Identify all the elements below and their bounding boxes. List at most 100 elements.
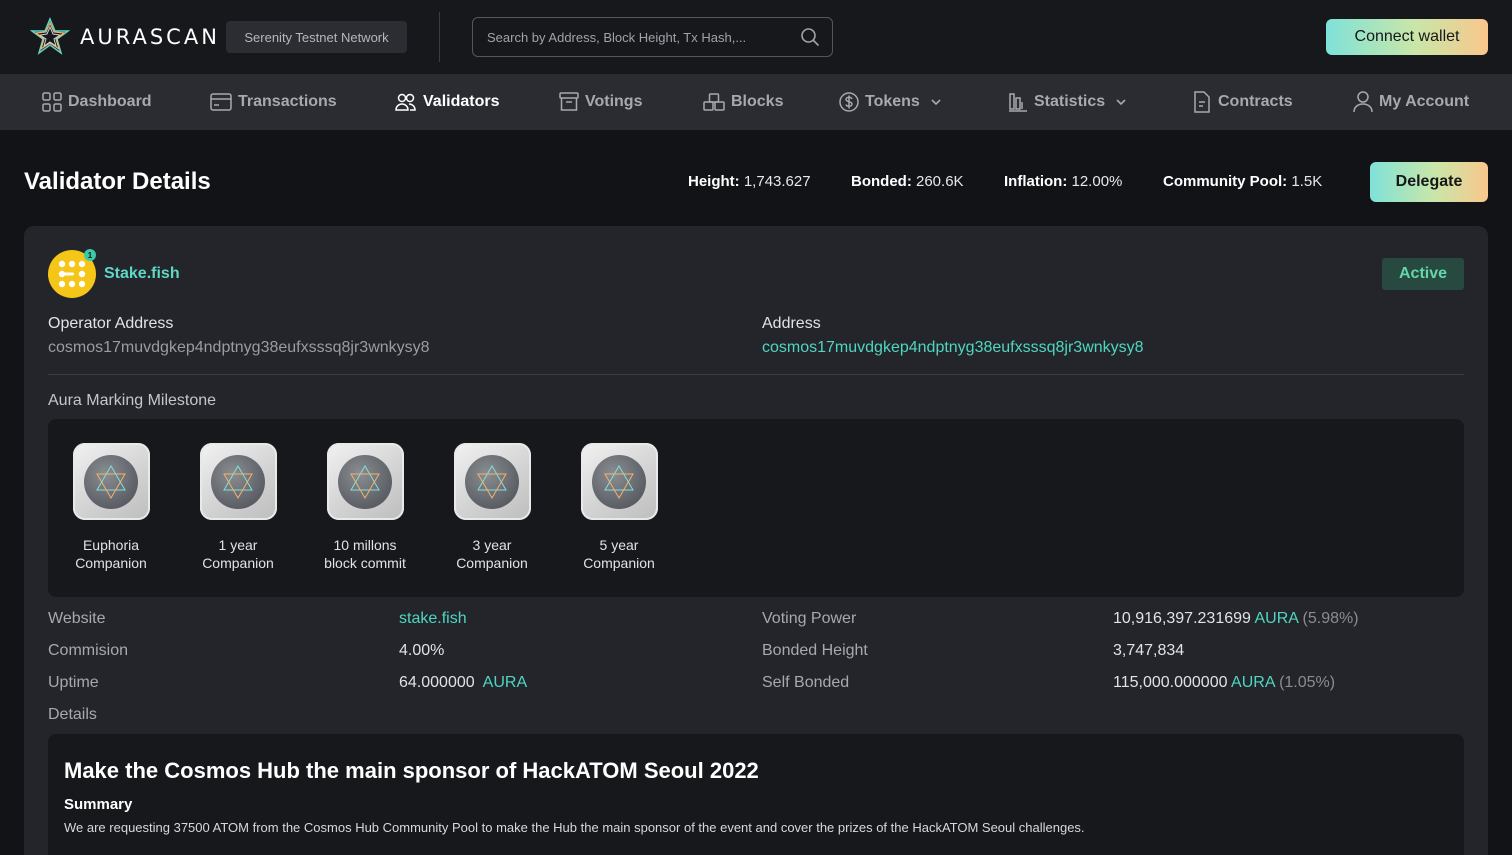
- nav-label: Votings: [585, 93, 643, 110]
- voting-power-unit: AURA: [1254, 610, 1299, 627]
- milestone-badge[interactable]: 3 year Companion: [437, 443, 547, 572]
- search-icon[interactable]: [800, 27, 820, 47]
- milestone-line2: Companion: [456, 555, 528, 571]
- bonded-label: Bonded:: [851, 173, 912, 190]
- top-header: AURASCAN Serenity Testnet Network Connec…: [0, 0, 1512, 74]
- details-title: Make the Cosmos Hub the main sponsor of …: [64, 758, 759, 783]
- summary-text: We are requesting 37500 ATOM from the Co…: [64, 820, 1085, 835]
- uptime-unit: AURA: [482, 674, 528, 691]
- community-pool-label: Community Pool:: [1163, 173, 1288, 190]
- website-link[interactable]: stake.fish: [399, 610, 467, 628]
- height-stat: Height: 1,743.627: [688, 173, 811, 190]
- milestone-line1: Euphoria: [82, 537, 140, 553]
- milestone-badge-image: [72, 443, 150, 520]
- inflation-value: 12.00%: [1071, 173, 1123, 190]
- milestone-badge[interactable]: 1 year Companion: [183, 443, 293, 572]
- self-bonded-value: 115,000.000000 AURA (1.05%): [1113, 674, 1335, 692]
- milestone-line2: block commit: [324, 555, 406, 571]
- address-link[interactable]: cosmos17muvdgkep4ndptnyg38eufxsssq8jr3wn…: [762, 339, 1144, 357]
- bonded-value: 260.6K: [916, 173, 964, 190]
- nav-item-contracts[interactable]: Contracts: [1192, 74, 1293, 130]
- commission-value: 4.00%: [399, 642, 445, 659]
- page-title: Validator Details: [24, 168, 211, 195]
- milestone-label: Aura Marking Milestone: [48, 392, 217, 409]
- nav-item-my-account[interactable]: My Account: [1353, 74, 1469, 130]
- operator-address-label: Operator Address: [48, 315, 174, 332]
- details-label: Details: [48, 706, 97, 723]
- nav-item-transactions[interactable]: Transactions: [210, 74, 337, 130]
- details-panel: [48, 734, 1464, 855]
- bonded-height-label: Bonded Height: [762, 642, 868, 659]
- nav-item-votings[interactable]: Votings: [559, 74, 642, 130]
- nav-item-tokens[interactable]: Tokens: [839, 74, 946, 130]
- chevron-down-icon: [1116, 99, 1126, 106]
- milestone-badge-image: [580, 443, 658, 520]
- milestone-line1: 1 year: [218, 537, 258, 553]
- nav-item-validators[interactable]: Validators: [395, 74, 499, 130]
- connect-wallet-button[interactable]: Connect wallet: [1326, 19, 1488, 55]
- bonded-stat: Bonded: 260.6K: [851, 173, 964, 190]
- bar-chart-icon: [1009, 93, 1027, 112]
- milestone-line1: 5 year: [599, 537, 639, 553]
- nav-item-dashboard[interactable]: Dashboard: [42, 74, 152, 130]
- section-divider: [48, 374, 1464, 375]
- nav-label: Tokens: [865, 93, 920, 110]
- milestone-badge-image: [326, 443, 404, 520]
- milestone-badge[interactable]: Euphoria Companion: [56, 443, 166, 572]
- milestone-line1: 10 millons: [333, 537, 397, 553]
- uptime-label: Uptime: [48, 674, 99, 691]
- inflation-label: Inflation:: [1004, 173, 1068, 190]
- aura-star-icon: [96, 464, 126, 499]
- brand-logo[interactable]: AURASCAN: [30, 17, 220, 57]
- nav-label: Statistics: [1034, 93, 1106, 110]
- validator-name[interactable]: Stake.fish: [104, 265, 180, 283]
- aura-star-icon: [350, 464, 380, 499]
- address-label: Address: [762, 315, 821, 332]
- uptime-amount: 64.000000: [399, 674, 475, 691]
- voting-power-value: 10,916,397.231699 AURA (5.98%): [1113, 610, 1359, 628]
- network-selector[interactable]: Serenity Testnet Network: [226, 21, 407, 53]
- nav-label: Validators: [423, 93, 500, 110]
- main-nav: Dashboard Transactions Validators Voting…: [0, 74, 1512, 130]
- chevron-down-icon: [931, 99, 941, 106]
- aura-star-icon: [30, 17, 70, 55]
- voting-power-amount: 10,916,397.231699: [1113, 610, 1251, 627]
- height-value: 1,743.627: [743, 173, 811, 190]
- nav-label: Dashboard: [68, 93, 152, 110]
- milestone-badge[interactable]: 10 millons block commit: [310, 443, 420, 572]
- milestone-line2: Companion: [75, 555, 147, 571]
- voting-power-label: Voting Power: [762, 610, 857, 627]
- blocks-icon: [703, 93, 725, 111]
- inflation-stat: Inflation: 12.00%: [1004, 173, 1122, 190]
- delegate-button[interactable]: Delegate: [1370, 162, 1488, 202]
- milestone-line2: Companion: [202, 555, 274, 571]
- coin-icon: [839, 92, 859, 112]
- nav-label: Blocks: [731, 93, 784, 110]
- search-input[interactable]: [487, 29, 800, 45]
- community-pool-value: 1.5K: [1291, 173, 1323, 190]
- aura-star-icon: [223, 464, 253, 499]
- self-bonded-label: Self Bonded: [762, 674, 850, 691]
- aura-star-icon: [604, 464, 634, 499]
- voting-power-percent: (5.98%): [1302, 610, 1359, 627]
- nav-item-blocks[interactable]: Blocks: [703, 74, 783, 130]
- milestone-badge-image: [453, 443, 531, 520]
- archive-icon: [559, 92, 579, 111]
- card-icon: [210, 93, 232, 111]
- commission-label: Commision: [48, 642, 129, 659]
- brand-name: AURASCAN: [80, 25, 220, 49]
- nav-item-statistics[interactable]: Statistics: [1008, 74, 1131, 130]
- milestone-line1: 3 year: [472, 537, 512, 553]
- milestone-badge[interactable]: 5 year Companion: [564, 443, 674, 572]
- self-bonded-amount: 115,000.000000: [1113, 674, 1228, 691]
- nav-label: Contracts: [1218, 93, 1293, 110]
- milestone-badge-image: [199, 443, 277, 520]
- self-bonded-percent: (1.05%): [1279, 674, 1336, 691]
- user-icon: [1353, 91, 1373, 113]
- document-icon: [1194, 91, 1210, 113]
- operator-address-value: cosmos17muvdgkep4ndptnyg38eufxsssq8jr3wn…: [48, 339, 430, 356]
- summary-heading: Summary: [64, 796, 133, 813]
- search-box[interactable]: [472, 17, 833, 57]
- self-bonded-unit: AURA: [1231, 674, 1275, 691]
- community-pool-stat: Community Pool: 1.5K: [1163, 173, 1322, 190]
